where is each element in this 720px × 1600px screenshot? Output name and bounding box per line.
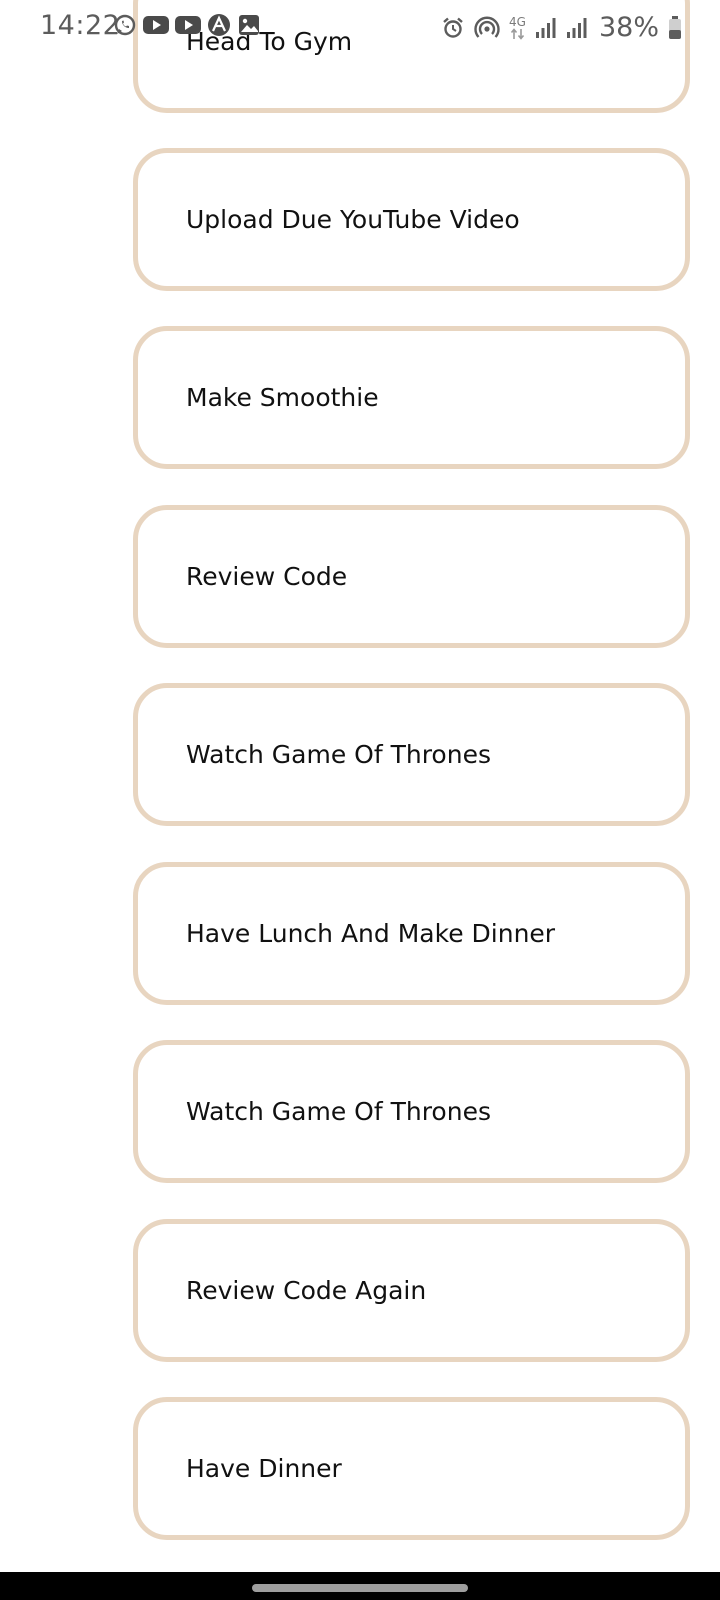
task-card[interactable]: Have Lunch And Make Dinner xyxy=(133,862,690,1005)
system-status-icons: 4G 38% xyxy=(441,12,682,43)
task-card[interactable]: Review Code Again xyxy=(133,1219,690,1362)
task-label: Have Lunch And Make Dinner xyxy=(186,919,556,948)
task-label: Watch Game Of Thrones xyxy=(186,740,491,769)
hotspot-icon xyxy=(474,16,500,40)
app-icon xyxy=(207,13,231,37)
task-label: Make Smoothie xyxy=(186,383,379,412)
task-label: Watch Game Of Thrones xyxy=(186,1097,491,1126)
task-label: Review Code xyxy=(186,562,348,591)
signal-icon xyxy=(566,17,588,39)
status-time: 14:22 xyxy=(40,10,121,41)
task-card[interactable]: Make Smoothie xyxy=(133,326,690,469)
network-4g-icon: 4G xyxy=(509,16,526,40)
task-card[interactable]: Watch Game Of Thrones xyxy=(133,683,690,826)
battery-icon xyxy=(668,15,682,40)
task-card[interactable]: Have Dinner xyxy=(133,1397,690,1540)
task-card[interactable]: Watch Game Of Thrones xyxy=(133,1040,690,1183)
signal-icon xyxy=(535,17,557,39)
network-type: 4G xyxy=(509,14,526,29)
task-label: Upload Due YouTube Video xyxy=(186,205,520,234)
youtube-icon xyxy=(143,15,169,35)
alarm-icon xyxy=(441,16,465,40)
whatsapp-icon xyxy=(113,13,137,37)
task-label: Review Code Again xyxy=(186,1276,427,1305)
task-card[interactable]: Upload Due YouTube Video xyxy=(133,148,690,291)
battery-percent: 38% xyxy=(598,12,659,43)
gallery-icon xyxy=(237,13,261,37)
status-bar: 14:22 4G 38% xyxy=(0,0,720,52)
home-gesture-handle[interactable] xyxy=(252,1584,468,1592)
task-label: Have Dinner xyxy=(186,1454,342,1483)
notification-icons xyxy=(113,13,261,37)
task-list: Head To Gym Upload Due YouTube Video Mak… xyxy=(0,0,720,1572)
navigation-bar xyxy=(0,1572,720,1600)
youtube-icon xyxy=(175,15,201,35)
task-card[interactable]: Review Code xyxy=(133,505,690,648)
